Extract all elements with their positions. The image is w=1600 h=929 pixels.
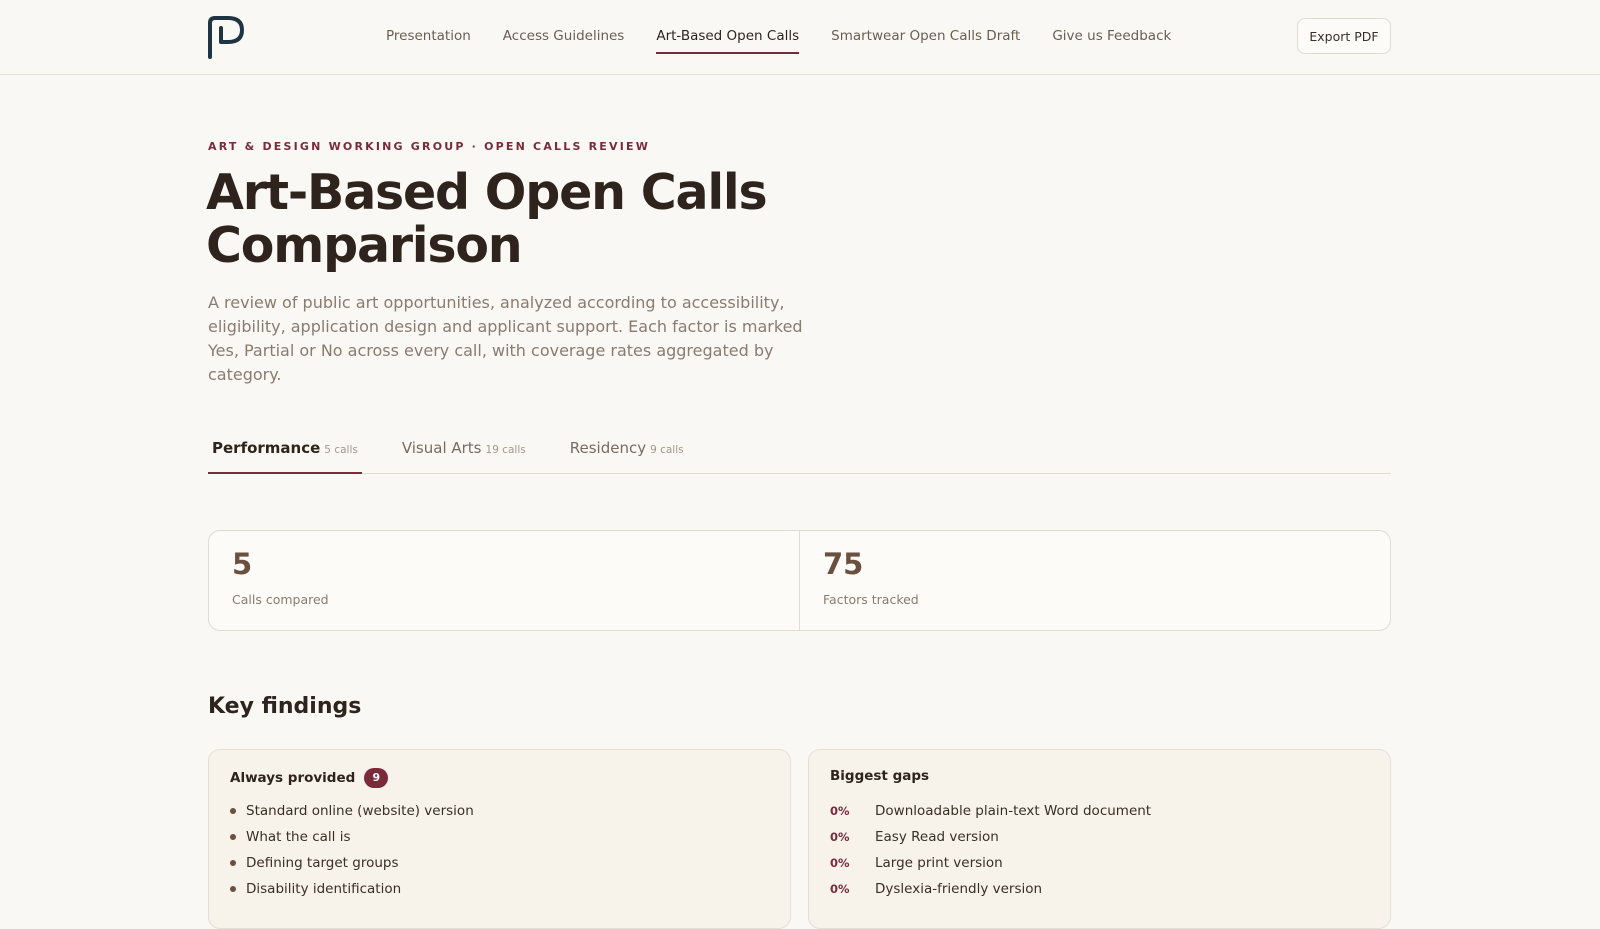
bullet-icon — [230, 808, 236, 814]
list-item-label: Large print version — [875, 855, 1003, 871]
tab-count: 5 calls — [324, 444, 358, 456]
card-title: Biggest gaps — [830, 768, 930, 784]
list-item-label: What the call is — [246, 829, 351, 845]
list-item: 0% Easy Read version — [830, 824, 1151, 850]
summary-stats: 5 Calls compared 75 Factors tracked — [208, 530, 1391, 631]
list-item-label: Downloadable plain-text Word document — [875, 803, 1152, 819]
biggest-gaps-list: 0% Downloadable plain-text Word document … — [830, 798, 1151, 902]
export-pdf-button[interactable]: Export PDF — [1297, 18, 1391, 54]
tab-label: Visual Arts — [401, 439, 482, 457]
list-item-label: Standard online (website) version — [246, 803, 474, 819]
stat-calls-compared: 5 Calls compared — [209, 531, 799, 630]
main-nav: Presentation Access Guidelines Art-Based… — [386, 0, 1203, 74]
list-item: 0% Downloadable plain-text Word document — [830, 798, 1151, 824]
gap-percentage: 0% — [830, 856, 850, 870]
count-badge: 9 — [364, 768, 389, 788]
key-findings-heading: Key findings — [208, 694, 362, 719]
tab-label: Residency — [569, 439, 647, 457]
card-title: Always provided — [230, 770, 356, 786]
always-provided-card: Always provided 9 Standard online (websi… — [208, 749, 791, 929]
card-header: Biggest gaps — [830, 768, 929, 784]
page-title-line-1: Art-Based Open Calls — [206, 164, 768, 221]
gap-percentage: 0% — [830, 882, 850, 896]
biggest-gaps-card: Biggest gaps 0% Downloadable plain-text W… — [808, 749, 1391, 929]
stat-value: 5 — [232, 547, 253, 581]
list-item: 0% Dyslexia-friendly version — [830, 876, 1151, 902]
list-item: What the call is — [230, 824, 474, 850]
category-tabs: Performance 5 calls Visual Arts 19 calls R… — [208, 425, 1391, 474]
page-title-line-2: Comparison — [206, 217, 523, 274]
list-item: 0% Large print version — [830, 850, 1151, 876]
list-item-label: Defining target groups — [246, 855, 399, 871]
tab-label: Performance — [212, 439, 321, 457]
list-item: Standard online (website) version — [230, 798, 474, 824]
nav-item-access-guidelines[interactable]: Access Guidelines — [503, 0, 625, 74]
nav-item-smartwear-open-calls-draft[interactable]: Smartwear Open Calls Draft — [831, 0, 1020, 74]
gap-percentage: 0% — [830, 804, 850, 818]
nav-item-give-us-feedback[interactable]: Give us Feedback — [1052, 0, 1171, 74]
list-item-label: Easy Read version — [875, 829, 999, 845]
bullet-icon — [230, 834, 236, 840]
tab-residency[interactable]: Residency 9 calls — [566, 425, 688, 473]
page-eyebrow: ART & DESIGN WORKING GROUP · OPEN CALLS … — [208, 140, 651, 153]
gap-percentage: 0% — [830, 830, 850, 844]
tab-count: 9 calls — [650, 444, 684, 456]
bullet-icon — [230, 860, 236, 866]
tab-visual-arts[interactable]: Visual Arts 19 calls — [398, 425, 530, 473]
card-header: Always provided 9 — [230, 768, 389, 788]
stat-factors-tracked: 75 Factors tracked — [799, 531, 1390, 630]
tab-performance[interactable]: Performance 5 calls — [208, 425, 362, 474]
page-description: A review of public art opportunities, an… — [208, 293, 803, 384]
always-provided-list: Standard online (website) version What t… — [230, 798, 474, 902]
stat-label: Factors tracked — [823, 592, 919, 607]
list-item: Defining target groups — [230, 850, 474, 876]
list-item: Disability identification — [230, 876, 474, 902]
nav-item-presentation[interactable]: Presentation — [386, 0, 471, 74]
top-navigation-bar: Presentation Access Guidelines Art-Based… — [0, 0, 1600, 75]
tab-count: 19 calls — [485, 444, 526, 456]
stat-value: 75 — [823, 547, 864, 581]
stat-label: Calls compared — [232, 592, 329, 607]
logo-icon[interactable] — [206, 15, 246, 59]
list-item-label: Dyslexia-friendly version — [875, 881, 1043, 897]
list-item-label: Disability identification — [246, 881, 402, 897]
nav-item-art-based-open-calls[interactable]: Art-Based Open Calls — [656, 0, 799, 74]
bullet-icon — [230, 886, 236, 892]
page-title: Art-Based Open Calls Comparison — [206, 166, 906, 272]
